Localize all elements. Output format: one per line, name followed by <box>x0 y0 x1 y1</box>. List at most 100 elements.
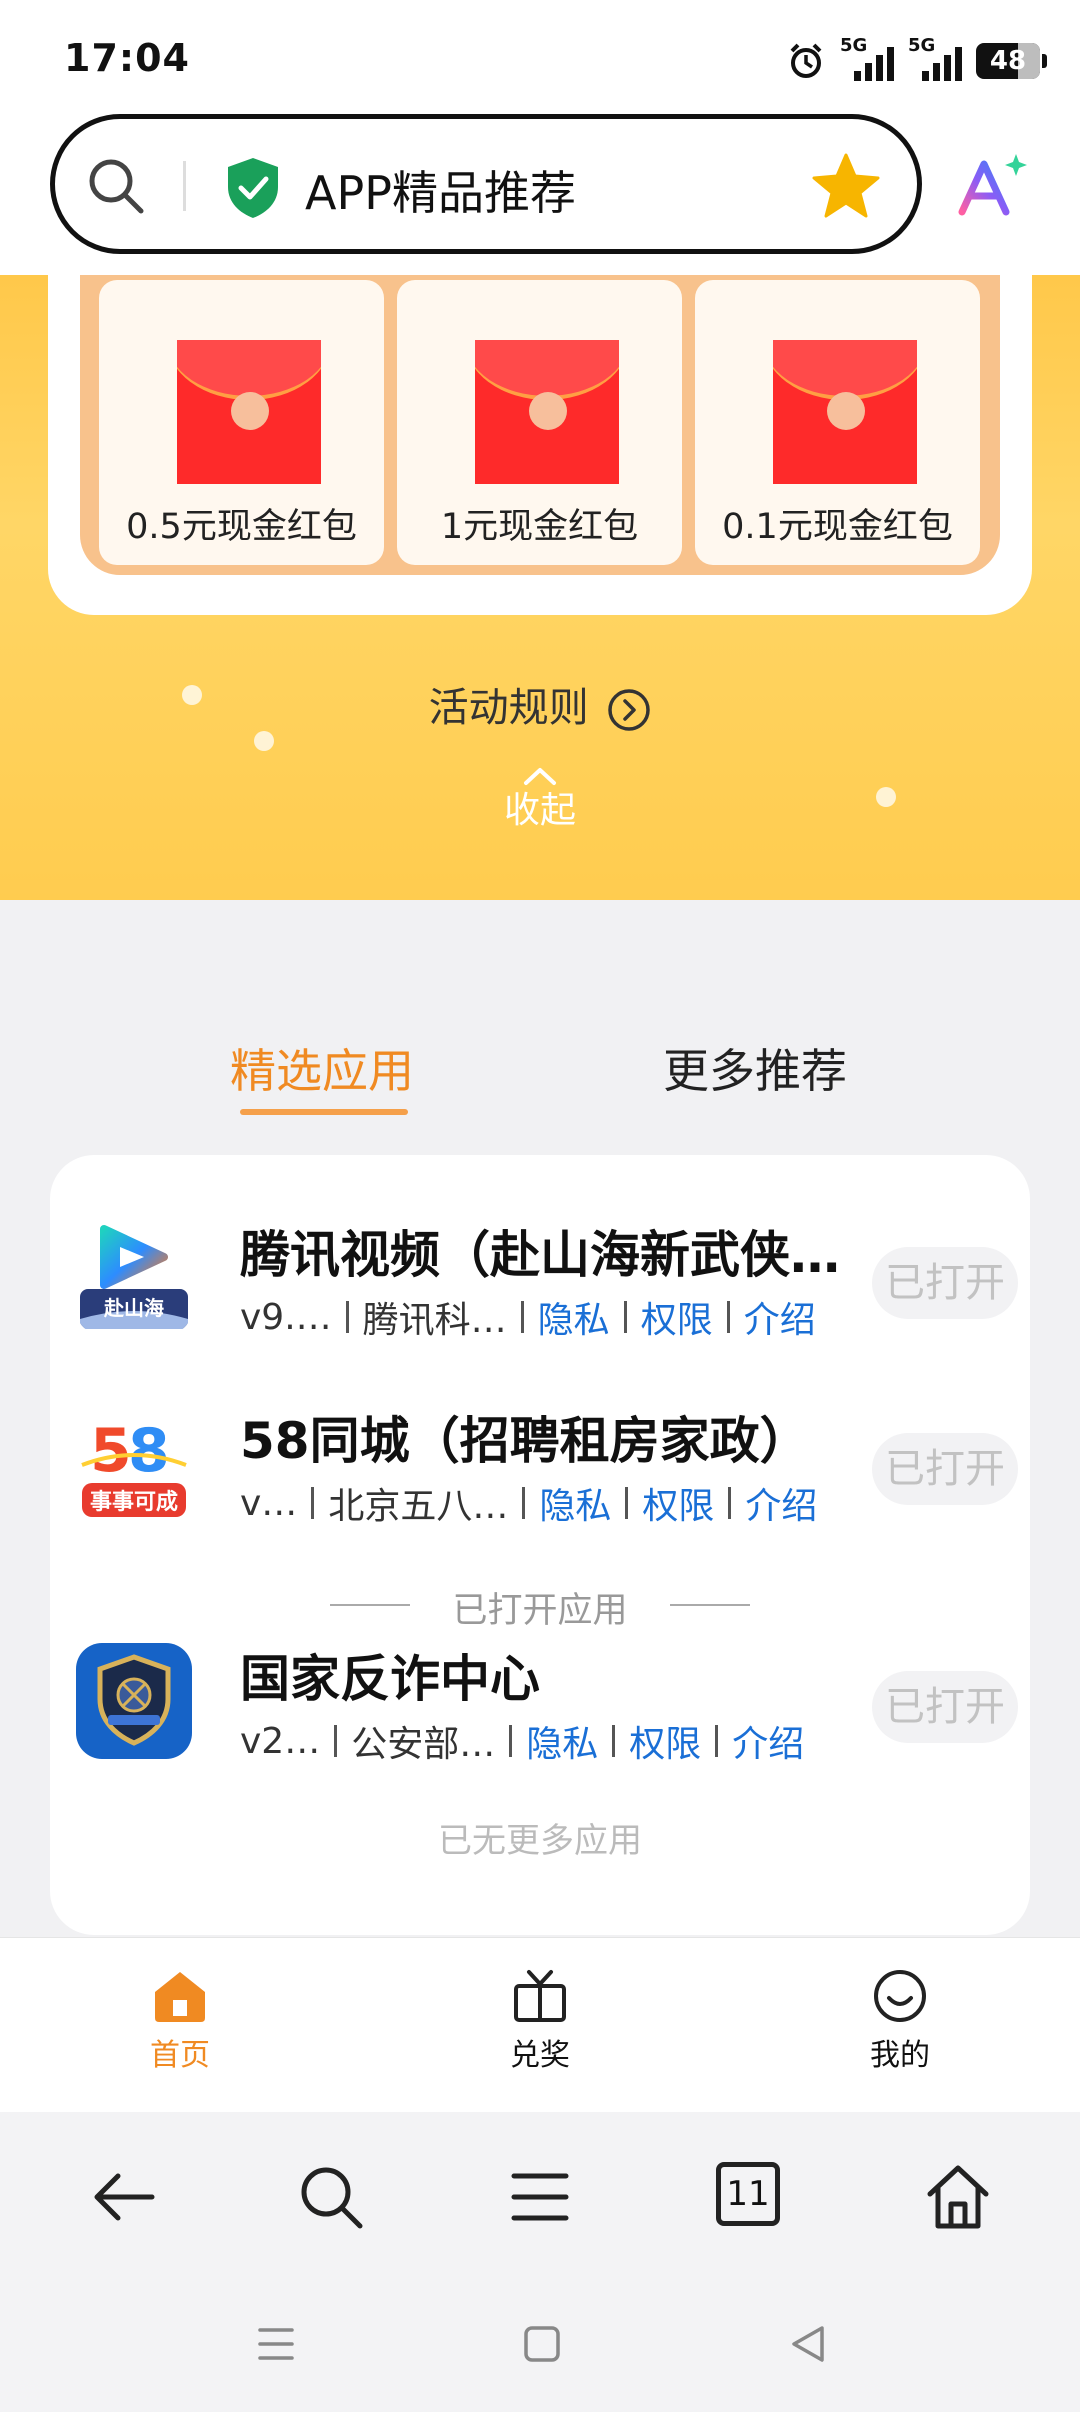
red-packet-card[interactable]: 0.5元现金红包 <box>99 280 384 565</box>
app-name: 58同城（招聘租房家政） <box>240 1412 810 1470</box>
gift-tv-icon <box>514 1970 566 2022</box>
ai-assistant-icon[interactable] <box>956 150 1028 222</box>
58-city-app-icon: 5 8 事事可成 <box>76 1405 192 1521</box>
app-developer: 北京五八… <box>328 1486 509 1527</box>
opened-button[interactable]: 已打开 <box>872 1671 1018 1743</box>
intro-link[interactable]: 介绍 <box>744 1291 816 1343</box>
search-divider <box>183 161 186 211</box>
home-button-icon[interactable] <box>520 2322 564 2366</box>
battery-icon: 48 <box>976 43 1047 79</box>
tab-more-recommendations[interactable]: 更多推荐 <box>663 1035 847 1101</box>
app-developer: 腾讯科… <box>362 1300 507 1341</box>
nav-home[interactable]: 首页 <box>80 1968 280 2074</box>
smiley-icon <box>874 1970 926 2022</box>
browser-toolbar: 11 <box>0 2112 1080 2282</box>
red-packet-label: 0.5元现金红包 <box>126 507 357 547</box>
tab-active-indicator <box>240 1109 408 1115</box>
permissions-link[interactable]: 权限 <box>642 1477 714 1529</box>
svg-text:5: 5 <box>90 1416 132 1486</box>
bottom-nav: 首页 兑奖 我的 <box>0 1937 1080 2112</box>
collapse-button[interactable]: 收起 <box>0 765 1080 833</box>
permissions-link[interactable]: 权限 <box>629 1715 701 1767</box>
search-icon[interactable] <box>85 155 147 217</box>
opened-button[interactable]: 已打开 <box>872 1247 1018 1319</box>
app-meta: v9.… 腾讯科… 隐私 权限 介绍 <box>240 1291 816 1343</box>
collapse-label: 收起 <box>503 790 576 831</box>
nav-redeem-label: 兑奖 <box>510 2038 570 2073</box>
nav-redeem[interactable]: 兑奖 <box>440 1968 640 2074</box>
privacy-link[interactable]: 隐私 <box>539 1477 611 1529</box>
home-icon[interactable] <box>922 2162 994 2232</box>
tab-count: 11 <box>726 2174 770 2214</box>
tab-featured-apps[interactable]: 精选应用 <box>230 1035 414 1101</box>
app-name: 腾讯视频（赴山海新武侠… <box>240 1226 840 1284</box>
red-packet-label: 0.1元现金红包 <box>722 507 953 547</box>
red-envelope-icon <box>177 340 321 484</box>
app-list: 赴山海 腾讯视频（赴山海新武侠… v9.… 腾讯科… 隐私 权限 介绍 已打开 … <box>50 1155 1030 1935</box>
tencent-video-app-icon: 赴山海 <box>76 1219 192 1335</box>
shield-check-icon <box>228 158 278 218</box>
nav-home-label: 首页 <box>150 2038 210 2073</box>
meta-divider <box>623 1301 627 1333</box>
search-input[interactable]: APP精品推荐 <box>50 114 922 254</box>
star-icon[interactable] <box>811 151 881 221</box>
svg-text:赴山海: 赴山海 <box>103 1296 164 1320</box>
back-triangle-icon[interactable] <box>786 2322 830 2366</box>
chevron-up-icon <box>524 768 556 785</box>
privacy-link[interactable]: 隐私 <box>526 1715 598 1767</box>
divider-line <box>670 1604 750 1606</box>
recent-apps-icon[interactable] <box>254 2322 298 2366</box>
activity-rules-link[interactable]: 活动规则 <box>0 675 1080 733</box>
home-icon <box>155 1972 205 2022</box>
anti-fraud-app-icon <box>76 1643 192 1759</box>
app-meta: v2… 公安部… 隐私 权限 介绍 <box>240 1715 804 1767</box>
back-icon[interactable] <box>88 2162 160 2232</box>
opened-button[interactable]: 已打开 <box>872 1433 1018 1505</box>
meta-divider <box>345 1301 349 1333</box>
activity-banner: 0.5元现金红包 1元现金红包 0.1元现金红包 活动规则 收起 <box>0 275 1080 900</box>
status-time: 17:04 <box>64 36 190 80</box>
intro-link[interactable]: 介绍 <box>745 1477 817 1529</box>
arrow-circle-icon <box>608 689 651 731</box>
meta-divider <box>522 1487 526 1519</box>
app-version: v2… <box>240 1720 321 1762</box>
alarm-icon <box>790 43 822 78</box>
search-icon[interactable] <box>296 2162 368 2232</box>
app-meta: v… 北京五八… 隐私 权限 介绍 <box>240 1477 817 1529</box>
meta-divider <box>612 1725 616 1757</box>
app-tabs: 精选应用 更多推荐 <box>0 1035 1080 1125</box>
signal-icon-1: 5G <box>840 35 894 83</box>
svg-text:8: 8 <box>128 1416 170 1486</box>
svg-text:事事可成: 事事可成 <box>90 1489 178 1515</box>
list-item[interactable]: 5 8 事事可成 58同城（招聘租房家政） v… 北京五八… 隐私 权限 介绍 … <box>50 1381 1030 1531</box>
meta-divider <box>520 1301 524 1333</box>
red-packet-label: 1元现金红包 <box>440 507 639 547</box>
meta-divider <box>625 1487 629 1519</box>
app-name: 国家反诈中心 <box>240 1650 540 1708</box>
search-query: APP精品推荐 <box>305 166 576 220</box>
system-nav-bar <box>0 2282 1080 2412</box>
nav-mine[interactable]: 我的 <box>800 1968 1000 2074</box>
nav-mine-label: 我的 <box>870 2038 930 2073</box>
red-packet-card[interactable]: 0.1元现金红包 <box>695 280 980 565</box>
meta-divider <box>726 1301 730 1333</box>
app-version: v9.… <box>240 1296 332 1338</box>
meta-divider <box>334 1725 338 1757</box>
permissions-link[interactable]: 权限 <box>641 1291 713 1343</box>
privacy-link[interactable]: 隐私 <box>538 1291 610 1343</box>
decor-dot <box>254 731 274 751</box>
status-icons: 5G 5G 48 <box>786 35 1047 86</box>
list-item[interactable]: 赴山海 腾讯视频（赴山海新武侠… v9.… 腾讯科… 隐私 权限 介绍 已打开 <box>50 1195 1030 1345</box>
battery-level: 48 <box>989 46 1027 76</box>
red-packet-card[interactable]: 1元现金红包 <box>397 280 682 565</box>
intro-link[interactable]: 介绍 <box>732 1715 804 1767</box>
red-envelope-icon <box>475 340 619 484</box>
no-more-apps-label: 已无更多应用 <box>438 1821 642 1861</box>
app-developer: 公安部… <box>351 1724 496 1765</box>
red-envelope-icon <box>773 340 917 484</box>
activity-rules-label: 活动规则 <box>428 685 589 731</box>
tabs-count-button[interactable]: 11 <box>716 2162 780 2226</box>
list-item[interactable]: 国家反诈中心 v2… 公安部… 隐私 权限 介绍 已打开 <box>50 1619 1030 1769</box>
menu-icon[interactable] <box>504 2162 576 2232</box>
meta-divider <box>715 1725 719 1757</box>
